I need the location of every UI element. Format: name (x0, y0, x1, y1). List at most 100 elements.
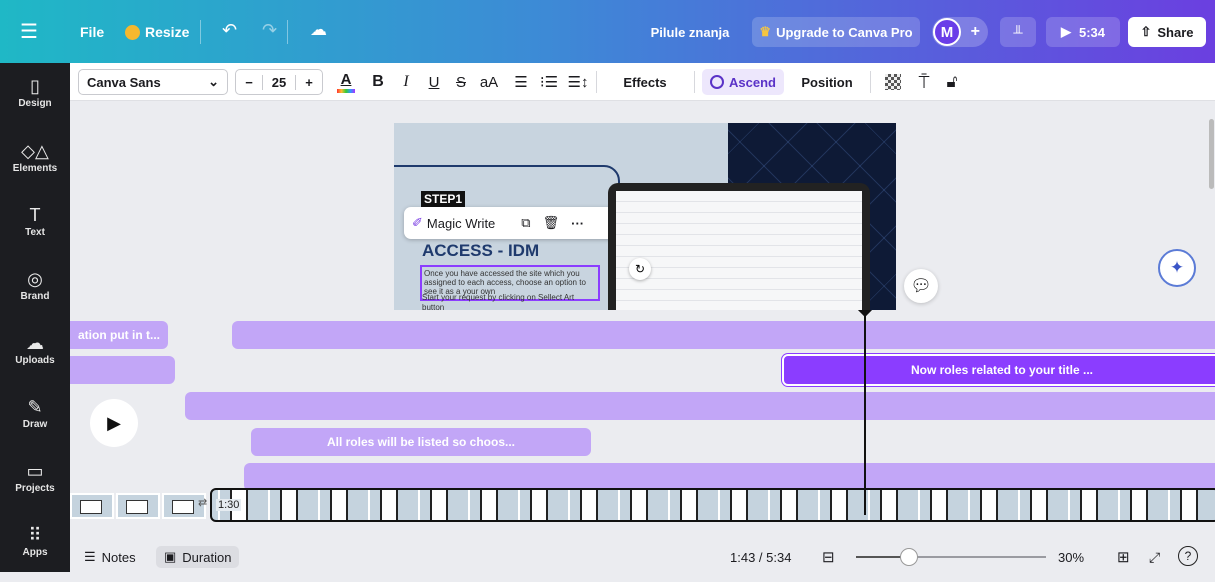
increase-size-button[interactable]: + (296, 75, 322, 90)
position-button[interactable]: Position (790, 69, 864, 95)
timeline: ation put in t... Now roles related to y… (70, 310, 1215, 540)
slide-heading[interactable]: ACCESS - IDM (422, 241, 539, 261)
magic-write-button[interactable]: Magic Write (427, 216, 495, 231)
upgrade-button[interactable]: ♛ Upgrade to Canva Pro (752, 17, 920, 47)
time-counter: 1:43 / 5:34 (730, 549, 792, 565)
resize-button[interactable]: Resize (125, 24, 189, 40)
page-thumbnail[interactable] (116, 493, 160, 519)
sidebar-item-label: Text (25, 227, 45, 238)
magic-write-popup: ✐ Magic Write ⧉ 🗑︎ ··· (404, 207, 619, 239)
decrease-size-button[interactable]: − (236, 75, 262, 90)
delete-icon[interactable]: 🗑︎ (543, 215, 560, 231)
italic-button[interactable]: I (396, 69, 416, 95)
step-label[interactable]: STEP1 (421, 191, 466, 207)
sidebar-item-brand[interactable]: ◎ Brand (0, 268, 70, 326)
upgrade-label: Upgrade to Canva Pro (776, 24, 913, 40)
timeline-track[interactable] (185, 392, 1215, 420)
underline-button[interactable]: U (424, 69, 444, 95)
play-icon: ▶ (1060, 24, 1071, 39)
file-menu[interactable]: File (80, 24, 104, 40)
menu-icon[interactable]: ☰ (20, 19, 38, 44)
elements-icon: ◇△ (21, 141, 49, 161)
redo-icon[interactable]: ↷ (262, 20, 277, 41)
animation-button[interactable]: Ascend (702, 69, 784, 95)
chevron-down-icon: ⌄ (208, 74, 219, 89)
zoom-slider[interactable] (856, 548, 1046, 566)
bold-button[interactable]: B (368, 69, 388, 95)
timeline-track[interactable] (232, 321, 1215, 349)
playhead[interactable] (864, 310, 866, 515)
duplicate-icon[interactable]: ⧉ (521, 215, 530, 231)
sidebar-item-uploads[interactable]: ☁ Uploads (0, 332, 70, 390)
more-options-icon[interactable]: ··· (571, 216, 584, 231)
share-button[interactable]: ⇧ Share (1128, 17, 1206, 47)
cloud-saved-icon[interactable]: ☁ (310, 20, 327, 40)
design-icon: ▯ (30, 76, 40, 96)
playhead-handle[interactable] (857, 310, 873, 318)
timeline-track[interactable] (70, 356, 175, 384)
transparency-icon[interactable] (882, 69, 904, 95)
play-timeline-button[interactable]: ▶ (90, 399, 138, 447)
rotate-handle[interactable]: ↻ (629, 258, 651, 280)
document-title[interactable]: Pilule znanja (640, 17, 740, 47)
text-toolbar: Canva Sans ⌄ − 25 + A B I U S aA ☰ ⁝☰ ☰↕… (70, 63, 1215, 101)
grid-view-icon[interactable]: ⊞ (1117, 546, 1130, 568)
font-select[interactable]: Canva Sans ⌄ (78, 69, 228, 95)
align-left-icon[interactable]: ☰ (510, 69, 532, 95)
timeline-track[interactable]: ation put in t... (70, 321, 168, 349)
sidebar-item-label: Draw (22, 419, 48, 430)
bullet-list-icon[interactable]: ⁝☰ (538, 69, 560, 95)
folder-icon: ▭ (26, 461, 44, 481)
canvas-area: STEP1 ✐ Magic Write ⧉ 🗑︎ ··· ACCESS - ID… (70, 101, 1215, 310)
sidebar-item-label: Brand (20, 291, 50, 302)
font-name: Canva Sans (87, 74, 161, 90)
sidebar-item-elements[interactable]: ◇△ Elements (0, 140, 70, 198)
duration-label: Duration (182, 549, 232, 565)
lock-icon[interactable]: 🔓︎ (941, 69, 963, 95)
bar-chart-icon: ╨ (1013, 24, 1023, 40)
timeline-track[interactable] (244, 463, 1215, 491)
duration-button[interactable]: ▣ Duration (156, 546, 240, 568)
letter-case-button[interactable]: aA (476, 69, 502, 95)
add-collaborator-icon: + (970, 23, 980, 40)
page-thumbnail[interactable] (70, 493, 114, 519)
animation-label: Ascend (729, 74, 776, 90)
scrollbar[interactable] (1209, 119, 1214, 189)
sidebar-item-design[interactable]: ▯ Design (0, 75, 70, 133)
sidebar-item-apps[interactable]: ⠿ Apps (0, 524, 70, 582)
add-comment-icon[interactable]: 💬︎ (904, 269, 938, 303)
resize-label: Resize (145, 24, 190, 40)
text-icon: T (29, 205, 41, 225)
divider (870, 71, 871, 93)
timeline-track[interactable]: All roles will be listed so choos... (251, 428, 591, 456)
magic-sparkle-button[interactable]: ✦ (1158, 249, 1196, 287)
sidebar-item-projects[interactable]: ▭ Projects (0, 460, 70, 518)
notes-button[interactable]: ☰ Notes (84, 546, 136, 568)
crown-icon: ♛ (759, 24, 772, 39)
collaborators[interactable]: M + (932, 17, 988, 47)
effects-button[interactable]: Effects (605, 69, 685, 95)
sidebar-item-draw[interactable]: ✎ Draw (0, 396, 70, 454)
zoom-slider-thumb[interactable] (900, 548, 918, 566)
fullscreen-icon[interactable]: ⤢ (1149, 546, 1160, 568)
sidebar-item-text[interactable]: T Text (0, 204, 70, 262)
strikethrough-button[interactable]: S (451, 69, 471, 95)
font-size-stepper[interactable]: − 25 + (235, 69, 323, 95)
zoom-slider-fill (856, 556, 906, 558)
transition-icon[interactable]: ⇄ (198, 496, 207, 509)
slide[interactable]: STEP1 ✐ Magic Write ⧉ 🗑︎ ··· ACCESS - ID… (394, 123, 896, 310)
help-icon[interactable]: ? (1178, 546, 1198, 566)
notes-icon: ☰ (84, 549, 96, 564)
font-size-value[interactable]: 25 (262, 74, 296, 90)
timeline-track-selected[interactable]: Now roles related to your title ... (782, 354, 1215, 386)
insights-button[interactable]: ╨ (1000, 17, 1036, 47)
clip-strip[interactable] (210, 488, 1215, 522)
crown-icon (125, 24, 140, 40)
line-spacing-icon[interactable]: ☰↕ (567, 69, 589, 95)
zoom-level[interactable]: 30% (1058, 546, 1084, 568)
format-painter-icon[interactable]: ⍑ (913, 69, 935, 95)
text-color-button[interactable]: A (334, 69, 358, 95)
page-view-icon[interactable]: ⊟ (822, 546, 835, 568)
undo-icon[interactable]: ↶ (222, 20, 237, 41)
present-button[interactable]: ▶ 5:34 (1046, 17, 1120, 47)
